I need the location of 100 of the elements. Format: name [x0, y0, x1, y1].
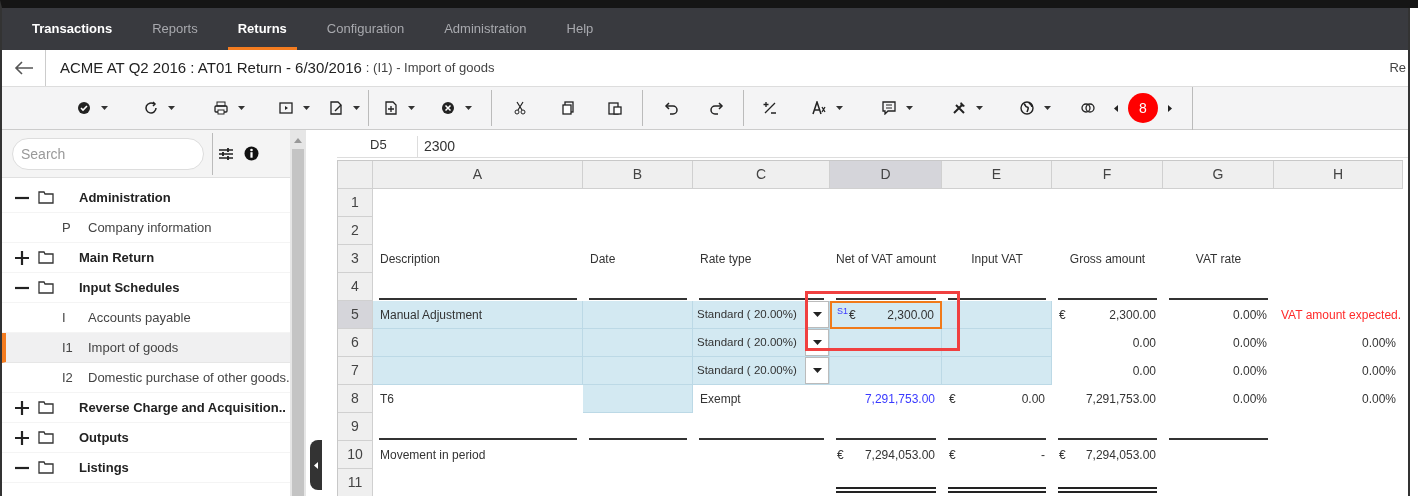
tree-item[interactable]: Outputs [79, 427, 129, 448]
currency-symbol: € [949, 391, 956, 408]
caret-icon [1043, 106, 1051, 110]
count-badge: 8 [1128, 93, 1158, 123]
cell-text: Standard ( 20.00%) [697, 306, 797, 322]
cell-value: 0.00% [1232, 391, 1267, 408]
row-header[interactable]: 8 [338, 385, 373, 413]
corner-cell[interactable] [338, 161, 373, 189]
cell-value: 2,300.00 [887, 306, 934, 324]
nav-tab[interactable]: Help [556, 8, 604, 50]
shaded-cell[interactable] [373, 357, 583, 385]
formula-field[interactable]: 2300 [418, 136, 1408, 157]
cell-text: Manual Adjustment [380, 306, 483, 324]
cell-text: VAT amount expected. [1281, 307, 1402, 324]
scroll-thumb[interactable] [292, 149, 304, 496]
cell-value: 0.00% [1232, 363, 1267, 380]
column-heading: VAT rate [1195, 251, 1242, 268]
nav-tab[interactable]: Administration [434, 8, 537, 50]
column-header[interactable]: F [1052, 161, 1163, 189]
row-header[interactable]: 4 [338, 273, 373, 301]
plus-minus-icon [763, 101, 777, 115]
row-header[interactable]: 2 [338, 217, 373, 245]
tree-toggle[interactable] [14, 249, 30, 266]
row-header[interactable]: 10 [338, 441, 373, 469]
plus-icon [15, 430, 29, 445]
column-header[interactable]: A [373, 161, 583, 189]
caret-icon [905, 106, 913, 110]
collapse-handle[interactable] [310, 440, 322, 490]
shaded-cell[interactable]: Manual Adjustment [373, 301, 583, 329]
cell-tag: S1 [837, 304, 848, 319]
header-text: Re [1389, 59, 1406, 78]
tree-item[interactable]: P Company information [2, 213, 290, 243]
row-header[interactable]: 3 [338, 245, 373, 273]
check-circle-icon [76, 101, 91, 115]
cell-value: 7,294,053.00 [864, 447, 935, 464]
currency-symbol: € [949, 447, 956, 464]
tree-toggle[interactable] [14, 429, 30, 446]
column-header[interactable]: H [1274, 161, 1403, 189]
shaded-cell[interactable] [942, 357, 1052, 385]
caret-icon [167, 106, 175, 110]
shaded-cell[interactable] [942, 301, 1052, 329]
shaded-cell[interactable]: Standard ( 20.00%) [693, 357, 830, 385]
shaded-cell[interactable] [583, 357, 693, 385]
shaded-cell[interactable] [583, 301, 693, 329]
cell-value: 7,291,753.00 [864, 391, 935, 408]
cell-text: Standard ( 20.00%) [697, 334, 797, 350]
printer-icon [213, 101, 228, 115]
row-header[interactable]: 1 [338, 189, 373, 217]
row-header[interactable]: 9 [338, 413, 373, 441]
currency-symbol: € [1059, 307, 1066, 324]
tree-item[interactable]: Listings [79, 457, 129, 478]
tree-item[interactable]: I1 Import of goods [2, 333, 290, 363]
row-header[interactable]: 7 [338, 357, 373, 385]
column-heading: Net of VAT amount [835, 251, 937, 268]
tree-toggle[interactable] [14, 399, 30, 416]
column-header[interactable]: D [830, 161, 942, 189]
column-header[interactable]: C [693, 161, 830, 189]
cut-icon [513, 101, 527, 115]
comment-icon [881, 101, 896, 115]
shaded-cell[interactable] [583, 385, 693, 413]
tree-item[interactable]: Administration [79, 187, 171, 208]
caret-icon [812, 340, 822, 345]
nav-tab[interactable]: Configuration [316, 8, 415, 50]
tree-item[interactable]: Reverse Charge and Acquisition.. [79, 397, 286, 418]
column-header[interactable]: B [583, 161, 693, 189]
shaded-cell[interactable] [830, 329, 942, 357]
shaded-cell[interactable] [373, 329, 583, 357]
row-header[interactable]: 6 [338, 329, 373, 357]
column-heading: Rate type [700, 251, 752, 268]
scrollbar[interactable] [290, 130, 306, 496]
cell-text: Standard ( 20.00%) [697, 362, 797, 378]
column-header[interactable]: E [942, 161, 1052, 189]
cell-value: 7,291,753.00 [1085, 391, 1156, 408]
triangle-right-icon [1168, 104, 1172, 112]
shaded-cell[interactable]: Standard ( 20.00%) [693, 329, 830, 357]
shaded-cell[interactable] [942, 329, 1052, 357]
caret-icon [352, 106, 360, 110]
nav-tab[interactable]: Reports [142, 8, 208, 50]
currency-symbol: € [837, 447, 844, 464]
triangle-left-icon [1114, 104, 1118, 112]
caret-icon [407, 106, 415, 110]
plus-icon [15, 400, 29, 415]
nav-tab[interactable]: Transactions [22, 8, 123, 50]
column-header[interactable]: G [1163, 161, 1274, 189]
row-header[interactable]: 11 [338, 469, 373, 496]
dropdown-button[interactable] [805, 357, 829, 384]
search-field[interactable]: Search [12, 137, 204, 170]
cell-value: 0.00% [1232, 307, 1267, 324]
tree-item[interactable]: Input Schedules [79, 277, 180, 298]
shaded-cell[interactable]: Standard ( 20.00%) [693, 301, 830, 329]
info-button[interactable] [243, 145, 259, 162]
tree-item[interactable]: I2 Domestic purchase of other goods. [2, 363, 290, 393]
row-header[interactable]: 5 [338, 301, 373, 329]
cell-value: 0.00% [1232, 335, 1267, 352]
cell-reference: D5 [337, 136, 418, 157]
shaded-cell[interactable] [830, 357, 942, 385]
close-circle-icon [440, 101, 455, 115]
tree-item[interactable]: Main Return [79, 247, 155, 268]
cell-text: Movement in period [380, 447, 486, 464]
caret-icon [100, 106, 108, 110]
